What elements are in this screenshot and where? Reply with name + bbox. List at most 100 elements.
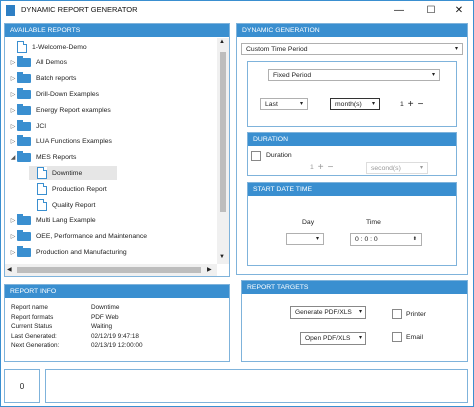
tree-item-label: All Demos [36, 59, 67, 67]
tree-item[interactable]: Quality Report [29, 198, 95, 212]
scroll-down-icon[interactable]: ▼ [219, 254, 225, 260]
tree-item[interactable]: Production Report [29, 182, 107, 196]
tree-item[interactable]: ▷ OEE, Performance and Maintenance [9, 230, 147, 244]
plus-icon[interactable]: + [408, 99, 414, 110]
folder-icon [17, 151, 31, 163]
collapsed-arrow-icon[interactable]: ▷ [9, 123, 17, 130]
open-format-dropdown[interactable]: Open PDF/XLS ▾ [300, 332, 366, 345]
tree-item[interactable]: ▷ JCI [9, 119, 46, 133]
duration-count-stepper[interactable]: 1 + − [310, 162, 333, 173]
tree-item-label: 1-Welcome-Demo [32, 43, 87, 51]
chevron-down-icon: ▾ [358, 309, 362, 315]
collapsed-arrow-icon[interactable]: ▷ [9, 107, 17, 114]
tree-item[interactable]: ▷ Multi Lang Example [9, 214, 96, 228]
chevron-down-icon: ▾ [371, 101, 375, 107]
collapsed-arrow-icon[interactable]: ▷ [9, 59, 17, 66]
status-count-box: 0 [4, 369, 40, 403]
report-info-panel: REPORT INFO Report name Downtime Report fo… [4, 284, 230, 362]
generation-mode-dropdown[interactable]: Custom Time Period ▾ [241, 43, 463, 55]
period-count-value[interactable]: 1 [400, 101, 404, 108]
info-row: Report formats PDF Web [11, 314, 119, 321]
chevron-down-icon: ▾ [454, 46, 458, 52]
info-row: Last Generated: 02/12/19 9:47:18 [11, 333, 139, 340]
folder-icon [17, 119, 31, 131]
generate-format-dropdown[interactable]: Generate PDF/XLS ▾ [290, 306, 366, 319]
tree-item[interactable]: 1-Welcome-Demo [9, 40, 87, 54]
horizontal-scroll-thumb[interactable] [17, 267, 201, 273]
time-stepper-icon[interactable]: ⬍ [413, 234, 417, 245]
document-icon [37, 167, 47, 180]
minus-icon[interactable]: − [328, 162, 334, 173]
collapsed-arrow-icon[interactable]: ▷ [9, 233, 17, 240]
tree-item[interactable]: ▷ LUA Functions Examples [9, 135, 112, 149]
tree-item[interactable]: ▷ Production and Manufacturing [9, 245, 127, 259]
info-value: PDF Web [91, 313, 119, 321]
time-picker[interactable]: 0 : 0 : 0 ⬍ [350, 233, 422, 246]
duration-checkbox[interactable] [251, 151, 261, 161]
collapsed-arrow-icon[interactable]: ▷ [9, 138, 17, 145]
tree-item-label: Drill-Down Examples [36, 90, 100, 98]
minimize-button[interactable]: — [385, 1, 413, 19]
folder-icon [17, 103, 31, 115]
scroll-left-icon[interactable]: ◀ [7, 266, 12, 273]
duration-count-value[interactable]: 1 [310, 164, 314, 171]
email-label: Email [406, 334, 423, 341]
maximize-button[interactable]: ☐ [417, 1, 445, 19]
duration-header: DURATION [248, 133, 456, 146]
tree-item-label: Batch reports [36, 75, 77, 83]
folder-icon [17, 230, 31, 242]
folder-icon [17, 214, 31, 226]
collapsed-arrow-icon[interactable]: ▷ [9, 91, 17, 98]
report-targets-header: REPORT TARGETS [242, 281, 467, 294]
day-picker[interactable]: ▾ [286, 233, 324, 245]
info-row: Report name Downtime [11, 304, 119, 311]
unit-dropdown[interactable]: month(s) ▾ [330, 98, 380, 110]
expanded-arrow-icon[interactable]: ◢ [9, 154, 17, 161]
relative-dropdown[interactable]: Last ▾ [260, 98, 308, 110]
reports-horizontal-scrollbar[interactable]: ◀ ▶ [5, 264, 217, 276]
tree-item[interactable]: Downtime [29, 166, 117, 181]
printer-checkbox[interactable] [392, 309, 402, 319]
scroll-up-icon[interactable]: ▲ [219, 39, 225, 45]
minus-icon[interactable]: − [418, 99, 424, 110]
window-title: DYNAMIC REPORT GENERATOR [21, 5, 138, 14]
tree-item[interactable]: ▷ Energy Report examples [9, 103, 111, 117]
time-value[interactable]: 0 : 0 : 0 [355, 236, 378, 243]
chevron-down-icon: ▾ [299, 101, 303, 107]
generate-format-label: Generate PDF/XLS [295, 309, 352, 316]
chevron-down-icon: ▾ [358, 335, 362, 341]
tree-item-label: Downtime [52, 169, 83, 177]
collapsed-arrow-icon[interactable]: ▷ [9, 249, 17, 256]
period-box: Fixed Period ▾ Last ▾ month(s) ▾ 1 + − [247, 61, 457, 127]
collapsed-arrow-icon[interactable]: ▷ [9, 217, 17, 224]
close-button[interactable]: ✕ [445, 1, 473, 19]
plus-icon[interactable]: + [318, 162, 324, 173]
reports-vertical-scrollbar[interactable]: ▲ ▼ [217, 38, 229, 264]
report-info-header: REPORT INFO [5, 285, 229, 298]
vertical-scroll-thumb[interactable] [220, 52, 226, 212]
info-value: 02/12/19 9:47:18 [91, 332, 139, 340]
tree-item[interactable]: ▷ Drill-Down Examples [9, 87, 99, 101]
period-type-dropdown[interactable]: Fixed Period ▾ [268, 69, 440, 81]
tree-item-label: MES Reports [36, 154, 77, 162]
status-count: 0 [19, 382, 25, 391]
tree-item-label: OEE, Performance and Maintenance [36, 233, 148, 241]
scroll-right-icon[interactable]: ▶ [207, 266, 212, 273]
tree-item-label: Multi Lang Example [36, 217, 96, 225]
unit-value: month(s) [335, 101, 362, 108]
duration-box: DURATION Duration 1 + − second(s) ▾ [247, 132, 457, 176]
day-label: Day [302, 219, 315, 226]
tree-item-label: Energy Report examples [36, 106, 111, 114]
reports-tree[interactable]: 1-Welcome-Demo ▷ All Demos ▷ Batch reports ▷ D… [5, 38, 217, 264]
folder-icon [17, 135, 31, 147]
duration-unit-dropdown[interactable]: second(s) ▾ [366, 162, 428, 174]
period-count-stepper[interactable]: 1 + − [400, 99, 423, 110]
tree-item[interactable]: ◢ MES Reports [9, 151, 76, 165]
tree-item[interactable]: ▷ Batch reports [9, 72, 76, 86]
info-row: Next Generation: 02/13/19 12:00:00 [11, 342, 143, 349]
collapsed-arrow-icon[interactable]: ▷ [9, 75, 17, 82]
info-key: Next Generation: [11, 342, 60, 349]
email-checkbox[interactable] [392, 332, 402, 342]
tree-item[interactable]: ▷ All Demos [9, 56, 67, 70]
info-row: Current Status Waiting [11, 323, 112, 330]
